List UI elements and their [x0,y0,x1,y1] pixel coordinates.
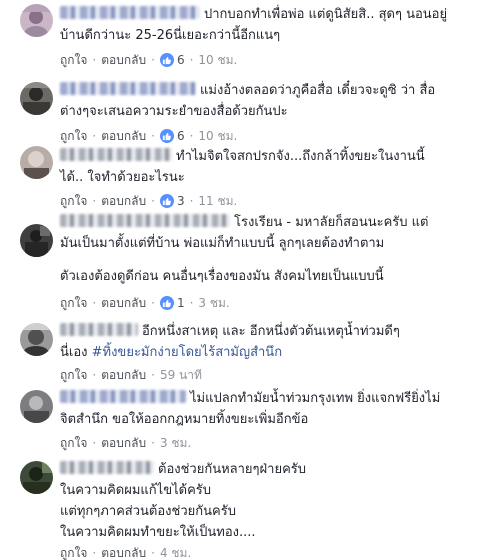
separator: · [151,296,155,310]
separator: · [92,129,97,143]
like-link[interactable]: ถูกใจ [60,295,87,311]
like-link[interactable]: ถูกใจ [60,128,87,144]
like-link[interactable]: ถูกใจ [60,193,87,209]
comment-line: ในความคิดผมแก้ไขได้ครับ [60,483,212,498]
thumbs-up-icon[interactable] [159,53,174,67]
separator: · [92,194,97,208]
avatar[interactable] [20,390,53,423]
avatar[interactable] [20,224,53,257]
comment-line: บ้านดีกว่านะ 25-26นี่เยอะกว่านี้อีกแนๆ [60,28,281,43]
like-link[interactable]: ถูกใจ [60,367,87,383]
avatar[interactable] [20,82,53,115]
reply-link[interactable]: ตอบกลับ [101,435,146,451]
separator: · [151,129,155,143]
comment-line: อีกหนึ่งสาเหตุ และ อีกหนึ่งตัวต้นเหตุน้ำ… [142,324,400,339]
separator: · [189,194,194,208]
avatar[interactable] [20,461,53,494]
comment-line: แต่ทุกๆภาคส่วนต้องช่วยกันครับ [60,504,236,519]
separator: · [92,53,97,67]
reaction-count[interactable]: 3 [177,193,185,209]
comment-body: ต้องช่วยกันหลายๆฝ่ายครับ ในความคิดผมแก้ไ… [60,459,488,543]
separator: · [92,546,97,560]
reply-link[interactable]: ตอบกลับ [101,367,146,383]
comment-actions: ถูกใจ · ตอบกลับ · 1 · 3 ชม. [60,295,230,311]
separator: · [189,53,194,67]
commenter-name[interactable] [60,461,154,474]
reaction-count[interactable]: 6 [177,128,185,144]
comment-body: ไม่แปลกทำมัยน้ำท่วมกรุงเทพ ยิ่งแจกฟรียิ่… [60,388,488,430]
reaction-count[interactable]: 1 [177,295,185,311]
comment-line: ทำไมจิตใจสกปรกจัง...ถึงกล้าทิ้งขยะในงานน… [176,149,425,164]
avatar[interactable] [20,146,53,179]
commenter-name[interactable] [60,390,186,403]
commenter-name[interactable] [60,323,138,336]
like-link[interactable]: ถูกใจ [60,435,87,451]
comment-line: ตัวเองต้องดูดีก่อน คนอื่นๆเรื่องของมัน ส… [60,269,384,284]
comment-line: ในความคิดผมทำขยะให้เป็นทอง.... [60,525,256,540]
thumbs-up-icon[interactable] [159,194,174,208]
comment-body: โรงเรียน - มหาลัยก็สอนนะครับ แต่ มันเป็น… [60,212,488,287]
comment-line: ได้.. ใจทำด้วยอะไรนะ [60,170,185,185]
comment-line: โรงเรียน - มหาลัยก็สอนนะครับ แต่ [234,215,429,230]
commenter-name[interactable] [60,6,200,19]
separator: · [151,368,155,382]
comment-line: ต่างๆจะเสนอความระยำของสื่อด้วยกันปะ [60,104,288,119]
commenter-name[interactable] [60,214,230,227]
commenter-name[interactable] [60,82,196,95]
comment-body: แม่งอ้างตลอดว่าภูคือสื่อ เดี๋ยวจะดูซิ ว่… [60,80,488,122]
comment-prefix: นี่เอง [60,345,92,360]
separator: · [151,546,155,560]
separator: · [151,436,155,450]
separator: · [92,436,97,450]
timestamp[interactable]: 11 ชม. [198,193,237,209]
avatar[interactable] [20,323,53,356]
comment-line: แม่งอ้างตลอดว่าภูคือสื่อ เดี๋ยวจะดูซิ ว่… [200,83,436,98]
timestamp[interactable]: 59 นาที [160,367,202,383]
comment-actions: ถูกใจ · ตอบกลับ · 4 ชม. [60,545,191,560]
reply-link[interactable]: ตอบกลับ [101,295,146,311]
comment-body: ทำไมจิตใจสกปรกจัง...ถึงกล้าทิ้งขยะในงานน… [60,146,488,188]
separator: · [189,296,194,310]
reply-link[interactable]: ตอบกลับ [101,128,146,144]
thumbs-up-icon[interactable] [159,296,174,310]
comment-actions: ถูกใจ · ตอบกลับ · 59 นาที [60,367,202,383]
comment-actions: ถูกใจ · ตอบกลับ · 6 · 10 ชม. [60,52,237,68]
separator: · [189,129,194,143]
comment-actions: ถูกใจ · ตอบกลับ · 6 · 10 ชม. [60,128,237,144]
comment-line: มันเป็นมาตั้งแต่ที่บ้าน พ่อแม่ก็ทำแบบนี้… [60,236,385,251]
comment-line: ปากบอกทำเพื่อพ่อ แต่ดูนิสัยสิ.. สุดๆ นอน… [204,7,448,22]
reaction-count[interactable]: 6 [177,52,185,68]
timestamp[interactable]: 4 ชม. [160,545,191,560]
comment-actions: ถูกใจ · ตอบกลับ · 3 ชม. [60,435,191,451]
comment-body: อีกหนึ่งสาเหตุ และ อีกหนึ่งตัวต้นเหตุน้ำ… [60,321,488,363]
like-link[interactable]: ถูกใจ [60,545,87,560]
separator: · [151,194,155,208]
thumbs-up-icon[interactable] [159,129,174,143]
comment-line: จิตสำนึก ขอให้ออกกฎหมายทิ้งขยะเพิ่มอีกข้… [60,412,309,427]
reply-link[interactable]: ตอบกลับ [101,545,146,560]
timestamp[interactable]: 3 ชม. [198,295,229,311]
separator: · [151,53,155,67]
like-link[interactable]: ถูกใจ [60,52,87,68]
timestamp[interactable]: 10 ชม. [198,52,237,68]
timestamp[interactable]: 3 ชม. [160,435,191,451]
reply-link[interactable]: ตอบกลับ [101,52,146,68]
comment-actions: ถูกใจ · ตอบกลับ · 3 · 11 ชม. [60,193,237,209]
comment-line: ไม่แปลกทำมัยน้ำท่วมกรุงเทพ ยิ่งแจกฟรียิ่… [190,391,441,406]
comment-line: ต้องช่วยกันหลายๆฝ่ายครับ [158,462,306,477]
hashtag-link[interactable]: #ทิ้งขยะมักง่ายโดยไร้สามัญสำนึก [92,345,282,360]
separator: · [92,368,97,382]
reply-link[interactable]: ตอบกลับ [101,193,146,209]
comment-body: ปากบอกทำเพื่อพ่อ แต่ดูนิสัยสิ.. สุดๆ นอน… [60,4,488,46]
avatar[interactable] [20,4,53,37]
commenter-name[interactable] [60,148,172,161]
separator: · [92,296,97,310]
timestamp[interactable]: 10 ชม. [198,128,237,144]
